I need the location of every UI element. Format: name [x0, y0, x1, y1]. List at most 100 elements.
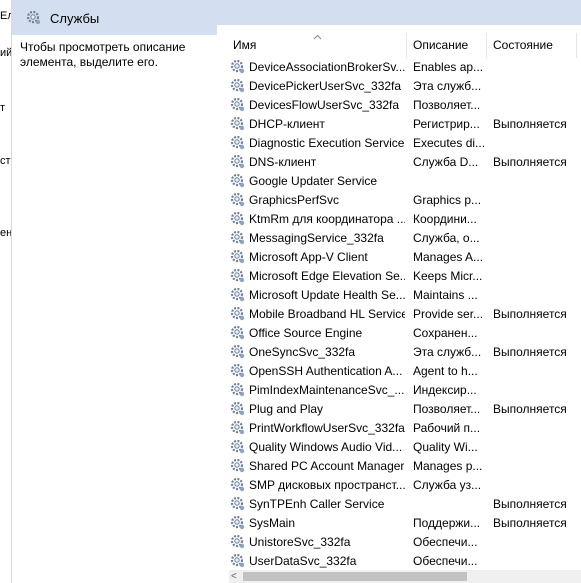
- service-state: Выполняется: [493, 155, 567, 169]
- service-description: Служба, о...: [413, 231, 480, 245]
- service-gear-icon: [230, 401, 246, 420]
- service-row[interactable]: SynTPEnh Caller Service Выполняется: [217, 495, 581, 514]
- service-name: Microsoft App-V Client: [249, 250, 368, 264]
- service-gear-icon: [230, 97, 246, 116]
- column-divider[interactable]: [406, 33, 407, 58]
- nav-fragment[interactable]: Ел: [0, 10, 11, 22]
- service-description: Обеспечи...: [413, 554, 478, 568]
- service-row[interactable]: UnistoreSvc_332fa Обеспечи...: [217, 533, 581, 552]
- service-row[interactable]: DHCP-клиент Регистрир... Выполняется: [217, 115, 581, 134]
- service-name: SynTPEnh Caller Service: [249, 497, 385, 511]
- service-name: DHCP-клиент: [249, 117, 325, 131]
- service-state: Выполняется: [493, 516, 567, 530]
- service-row[interactable]: GraphicsPerfSvc Graphics p...: [217, 191, 581, 210]
- service-name: KtmRm для координатора ...: [249, 212, 405, 226]
- service-row[interactable]: Mobile Broadband HL Service Provide ser..…: [217, 305, 581, 324]
- services-list[interactable]: Имя Описание Состояние DeviceAssociation…: [217, 25, 581, 583]
- service-description: Graphics p...: [413, 193, 482, 207]
- service-name: Diagnostic Execution Service: [249, 136, 405, 150]
- column-header-row: Имя Описание Состояние: [217, 25, 581, 58]
- service-row[interactable]: Shared PC Account Manager Manages p...: [217, 457, 581, 476]
- service-row[interactable]: Microsoft App-V Client Manages A...: [217, 248, 581, 267]
- service-name: SMP дисковых пространст...: [249, 478, 405, 492]
- column-divider[interactable]: [486, 33, 487, 58]
- scrollbar-thumb[interactable]: [243, 572, 467, 581]
- service-description: Manages p...: [413, 459, 483, 473]
- service-gear-icon: [230, 268, 246, 287]
- service-row[interactable]: DeviceAssociationBrokerSv... Enables ap..…: [217, 58, 581, 77]
- service-name: DevicePickerUserSvc_332fa: [249, 79, 402, 93]
- service-row[interactable]: Plug and Play Позволяет... Выполняется: [217, 400, 581, 419]
- service-state: Выполняется: [493, 307, 567, 321]
- service-name: DevicesFlowUserSvc_332fa: [249, 98, 400, 112]
- service-gear-icon: [230, 325, 246, 344]
- service-row[interactable]: Microsoft Update Health Se... Maintains .…: [217, 286, 581, 305]
- service-row[interactable]: DNS-клиент Служба D... Выполняется: [217, 153, 581, 172]
- service-row[interactable]: UserDataSvc_332fa Обеспечи...: [217, 552, 581, 571]
- sort-ascending-icon: [313, 29, 322, 43]
- service-row[interactable]: MessagingService_332fa Служба, о...: [217, 229, 581, 248]
- service-name: Shared PC Account Manager: [249, 459, 405, 473]
- nav-fragment[interactable]: т: [0, 102, 11, 114]
- service-gear-icon: [230, 154, 246, 173]
- service-description: Индексир...: [413, 383, 477, 397]
- service-row[interactable]: DevicePickerUserSvc_332fa Эта служб...: [217, 77, 581, 96]
- service-gear-icon: [230, 515, 246, 534]
- service-row[interactable]: Google Updater Service: [217, 172, 581, 191]
- service-description: Эта служб...: [413, 79, 482, 93]
- service-gear-icon: [230, 439, 246, 458]
- service-name: DeviceAssociationBrokerSv...: [249, 60, 405, 74]
- service-description: Поддержи...: [413, 516, 481, 530]
- service-gear-icon: [230, 249, 246, 268]
- nav-fragment[interactable]: ий: [0, 47, 11, 59]
- service-gear-icon: [230, 496, 246, 515]
- service-name: MessagingService_332fa: [249, 231, 384, 245]
- service-state: Выполняется: [493, 402, 567, 416]
- service-description: Сохранен...: [413, 326, 478, 340]
- service-gear-icon: [230, 458, 246, 477]
- service-state: Выполняется: [493, 117, 567, 131]
- column-header-description[interactable]: Описание: [413, 38, 468, 52]
- service-name: Plug and Play: [249, 402, 324, 416]
- service-gear-icon: [230, 192, 246, 211]
- service-row[interactable]: PrintWorkflowUserSvc_332fa Рабочий п...: [217, 419, 581, 438]
- service-description: Quality Wi...: [413, 440, 478, 454]
- service-description: Provide ser...: [413, 307, 484, 321]
- service-gear-icon: [230, 420, 246, 439]
- service-gear-icon: [230, 477, 246, 496]
- column-header-state[interactable]: Состояние: [493, 38, 553, 52]
- nav-fragment[interactable]: ен: [0, 227, 11, 239]
- service-row[interactable]: SysMain Поддержи... Выполняется: [217, 514, 581, 533]
- service-gear-icon: [230, 135, 246, 154]
- service-row[interactable]: Office Source Engine Сохранен...: [217, 324, 581, 343]
- service-row[interactable]: SMP дисковых пространст... Служба уз...: [217, 476, 581, 495]
- service-row[interactable]: DevicesFlowUserSvc_332fa Позволяет...: [217, 96, 581, 115]
- description-hint: Чтобы просмотреть описание элемента, выд…: [20, 40, 186, 69]
- service-gear-icon: [230, 173, 246, 192]
- service-gear-icon: [230, 306, 246, 325]
- service-description: Эта служб...: [413, 345, 482, 359]
- service-name: PimIndexMaintenanceSvc_...: [249, 383, 405, 397]
- service-gear-icon: [230, 211, 246, 230]
- service-gear-icon: [230, 344, 246, 363]
- service-description: Обеспечи...: [413, 535, 478, 549]
- scroll-left-arrow-icon[interactable]: <: [231, 571, 237, 582]
- column-header-name[interactable]: Имя: [233, 38, 256, 52]
- service-row[interactable]: KtmRm для координатора ... Координи...: [217, 210, 581, 229]
- service-row[interactable]: Diagnostic Execution Service Executes di.…: [217, 134, 581, 153]
- service-name: OpenSSH Authentication A...: [249, 364, 403, 378]
- service-description: Рабочий п...: [413, 421, 481, 435]
- horizontal-scrollbar[interactable]: <: [229, 570, 581, 583]
- service-name: Mobile Broadband HL Service: [249, 307, 405, 321]
- left-navigation-pane: Ел ий т ст ен: [0, 0, 12, 583]
- nav-fragment[interactable]: ст: [0, 155, 11, 167]
- service-name: UserDataSvc_332fa: [249, 554, 357, 568]
- service-row[interactable]: PimIndexMaintenanceSvc_... Индексир...: [217, 381, 581, 400]
- service-row[interactable]: Microsoft Edge Elevation Se... Keeps Micr…: [217, 267, 581, 286]
- service-row[interactable]: Quality Windows Audio Vid... Quality Wi..…: [217, 438, 581, 457]
- column-divider[interactable]: [576, 33, 577, 58]
- service-row[interactable]: OpenSSH Authentication A... Agent to h...: [217, 362, 581, 381]
- service-state: Выполняется: [493, 345, 567, 359]
- service-name: Quality Windows Audio Vid...: [249, 440, 403, 454]
- service-row[interactable]: OneSyncSvc_332fa Эта служб... Выполняется: [217, 343, 581, 362]
